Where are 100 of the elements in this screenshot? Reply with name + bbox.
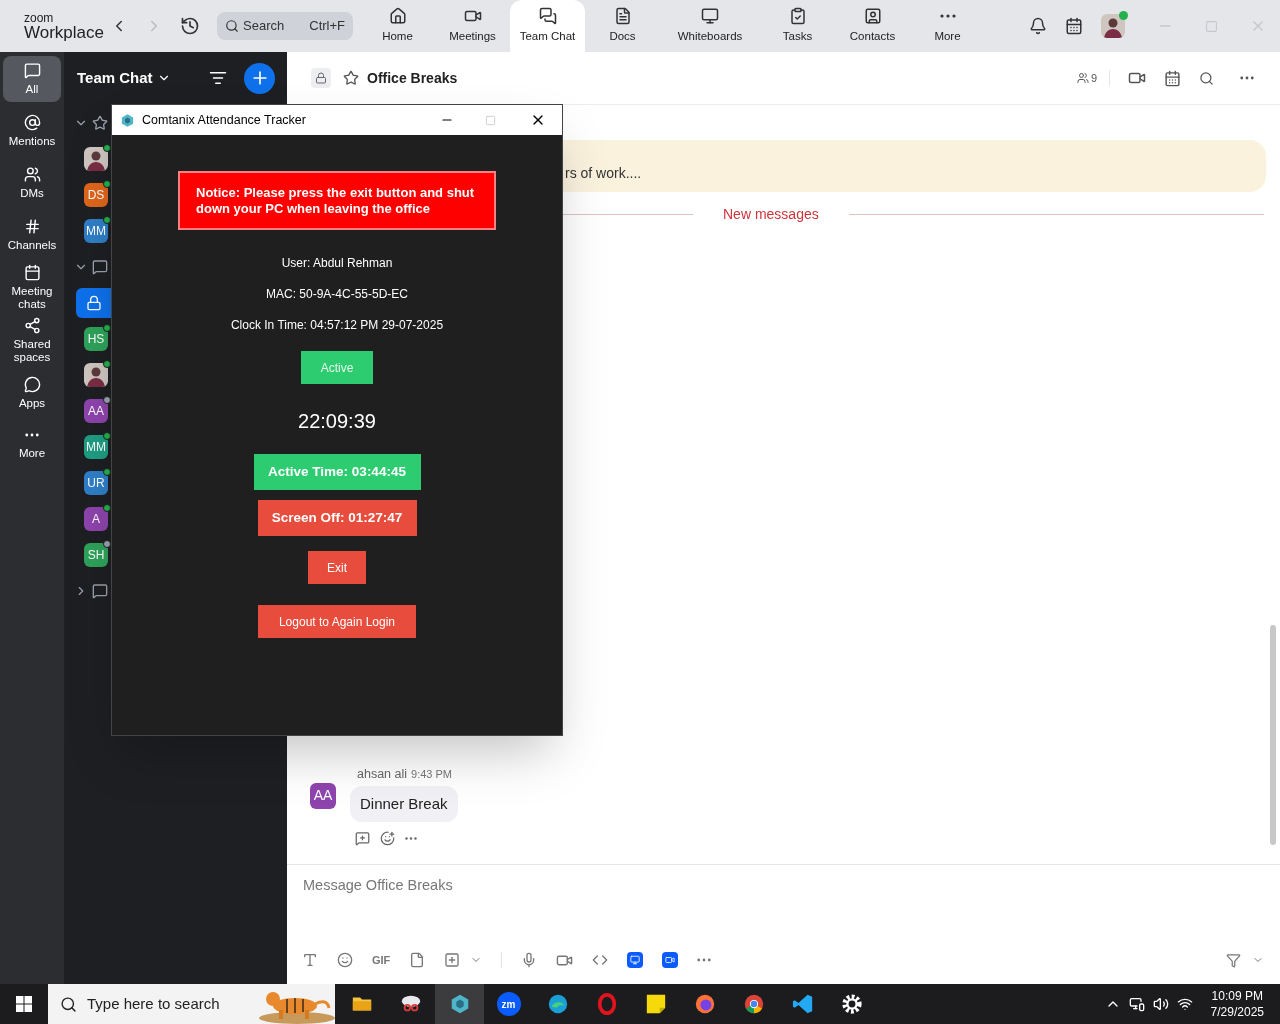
avatar[interactable]: UR (84, 471, 108, 495)
rail-item[interactable]: All (3, 56, 61, 102)
chat-bubble-icon (23, 62, 41, 79)
nav-tab[interactable]: Whiteboards (660, 0, 760, 52)
clock-text: 22:09:39 (298, 409, 376, 434)
document-icon (613, 6, 632, 25)
emoji-icon[interactable] (337, 952, 353, 968)
nav-tab[interactable]: Contacts (835, 0, 910, 52)
contact-card-icon (863, 6, 882, 25)
screenshot-icon[interactable] (444, 952, 461, 968)
gif-button[interactable]: GIF (372, 951, 391, 969)
search-icon[interactable] (1199, 70, 1214, 86)
chat-bubble-icon (92, 259, 108, 275)
panel-title[interactable]: Team Chat (77, 66, 153, 90)
new-chat-button[interactable] (244, 62, 275, 94)
ring-icon (595, 993, 618, 1015)
avatar[interactable] (84, 363, 108, 387)
avatar[interactable]: A (84, 507, 108, 531)
app-icon[interactable] (662, 952, 679, 968)
nav-tab[interactable]: Docs (585, 0, 660, 52)
house-icon (388, 6, 407, 25)
logo-small-text: zoom (24, 11, 55, 24)
info-text: Clock In Time: 04:57:12 PM 29-07-2025 (230, 318, 444, 333)
nav-tab[interactable]: Tasks (760, 0, 835, 52)
person-icon (1076, 72, 1089, 84)
gear-icon (840, 993, 863, 1015)
rail-item[interactable]: Apps (3, 370, 61, 416)
profile-avatar[interactable] (1101, 14, 1125, 38)
rail-item[interactable]: More (3, 422, 61, 468)
add-reaction-icon[interactable] (380, 831, 395, 846)
search-field[interactable]: Search Ctrl+F (217, 12, 353, 40)
more-icon[interactable] (1240, 76, 1254, 80)
bell-icon[interactable] (1029, 17, 1047, 35)
people-icon (23, 166, 41, 183)
lock-icon (86, 295, 102, 311)
reply-icon[interactable] (355, 831, 370, 846)
rail-item[interactable]: Shared spaces (3, 317, 61, 364)
windows-logo-icon[interactable] (16, 996, 32, 1012)
window-title: Comtanix Attendance Tracker (142, 111, 307, 129)
at-sign-icon (23, 114, 41, 131)
taskbar-search-field[interactable]: Type here to search (48, 984, 335, 1024)
more-icon[interactable] (939, 13, 956, 18)
star-icon (92, 115, 108, 131)
hash-icon (23, 218, 41, 235)
calendar-icon[interactable] (1164, 69, 1181, 87)
device-icon[interactable] (1128, 996, 1145, 1012)
avatar[interactable]: AA (310, 782, 336, 809)
filter-icon[interactable] (209, 69, 227, 87)
notice-banner: Notice: Please press the exit button and shut down your PC when leaving the office (178, 171, 496, 230)
rail-item[interactable]: DMs (3, 160, 61, 206)
calendar-icon[interactable] (1065, 17, 1083, 35)
status-badge: Active (301, 351, 373, 384)
channel-title: Office Breaks (367, 68, 458, 88)
rail-item[interactable]: Mentions (3, 108, 61, 154)
logout-button[interactable]: Logout to Again Login (258, 605, 416, 638)
nav-tab[interactable]: Home (360, 0, 435, 52)
message-input[interactable]: Message Office Breaks (287, 865, 1280, 940)
chat-bubbles-icon (538, 6, 557, 25)
banner-text: rs of work.... (565, 164, 642, 183)
scrollbar[interactable] (1270, 625, 1276, 845)
rail-item[interactable]: Channels (3, 212, 61, 258)
network-icon[interactable] (1176, 996, 1193, 1012)
message-bubble: Dinner Break (350, 785, 458, 822)
history-icon[interactable] (180, 16, 200, 36)
screen-off-button[interactable]: Screen Off: 01:27:47 (257, 500, 417, 536)
app-icon[interactable] (627, 952, 644, 968)
author-name[interactable]: ahsan ali (357, 764, 408, 784)
info-text: User: Abdul Rehman (281, 256, 393, 271)
nodes-icon (23, 317, 41, 334)
nav-tab[interactable]: Team Chat (510, 0, 585, 52)
calendar-icon (23, 264, 41, 281)
file-icon[interactable] (409, 952, 426, 968)
speech-bubble-icon (23, 376, 41, 393)
avatar[interactable] (84, 147, 108, 171)
rail-item[interactable]: Meeting chats (3, 264, 61, 311)
fox-globe-icon (693, 993, 716, 1015)
sticky-note-icon (644, 993, 667, 1015)
lock-badge (311, 68, 331, 88)
info-text: MAC: 50-9A-4C-55-5D-EC (265, 287, 408, 302)
code-icon[interactable] (592, 952, 609, 968)
zoom-app-icon: zm (496, 992, 521, 1016)
clock[interactable]: 10:09 PM 7/29/2025 (1210, 988, 1264, 1020)
text-format-icon[interactable] (302, 952, 318, 968)
exit-button[interactable]: Exit (308, 551, 366, 584)
speaker-icon[interactable] (1152, 996, 1169, 1012)
ribbon-icon (791, 993, 814, 1015)
avatar[interactable]: MM (84, 219, 108, 243)
members-button[interactable]: 9 (1076, 69, 1110, 87)
avatar[interactable]: AA (84, 399, 108, 423)
search-icon (225, 19, 239, 33)
nav-tab[interactable]: More (910, 0, 985, 52)
clipboard-icon (788, 6, 807, 25)
message-time: 9:43 PM (411, 766, 452, 782)
taskbar-button[interactable]: zm (484, 984, 533, 1024)
channel-item[interactable] (76, 288, 112, 318)
star-icon[interactable] (343, 70, 359, 86)
search-icon (60, 995, 77, 1013)
browser-wheel-icon (742, 993, 765, 1015)
more-icon[interactable] (25, 433, 39, 437)
nav-tab[interactable]: Meetings (435, 0, 510, 52)
